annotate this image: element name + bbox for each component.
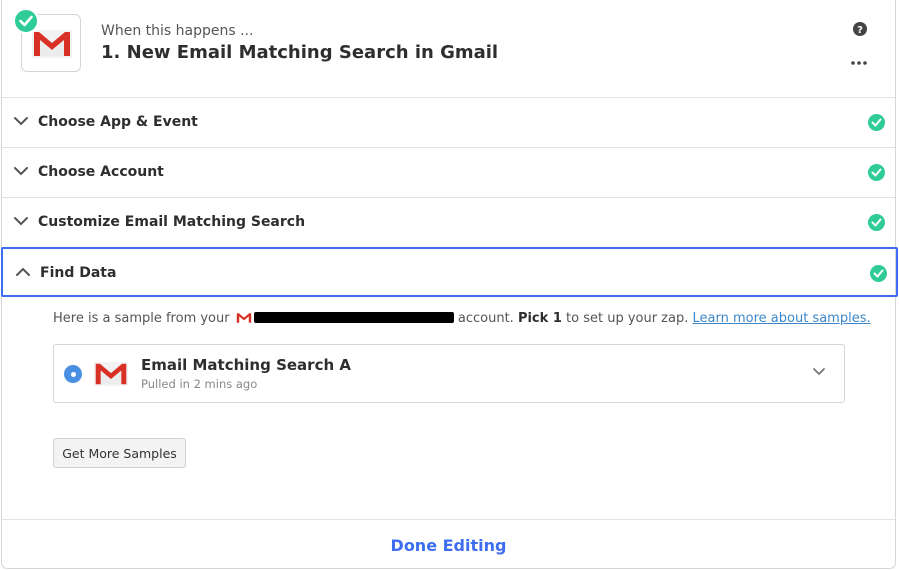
more-options-icon[interactable]: [850, 60, 868, 66]
sample-pulled-time: Pulled in 2 mins ago: [141, 377, 258, 391]
step-card: When this happens ... 1. New Email Match…: [1, 0, 898, 569]
chevron-down-icon: [14, 167, 28, 176]
check-circle-icon: [868, 164, 885, 181]
sample-radio[interactable]: [64, 365, 82, 383]
section-label: Find Data: [40, 265, 117, 281]
gmail-icon: [94, 362, 128, 386]
when-label: When this happens ...: [101, 23, 254, 39]
check-circle-icon: [868, 214, 885, 231]
gmail-icon: [32, 30, 72, 58]
chevron-down-icon: [14, 117, 28, 126]
section-label: Customize Email Matching Search: [38, 214, 306, 230]
intro-prefix: Here is a sample from your: [53, 311, 230, 326]
pick-count: Pick 1: [517, 311, 562, 326]
section-find-data[interactable]: Find Data: [1, 247, 898, 297]
sample-intro-text: Here is a sample from your account. Pick…: [53, 311, 871, 326]
sample-option[interactable]: Email Matching Search A Pulled in 2 mins…: [53, 344, 845, 403]
section-label: Choose Account: [38, 164, 164, 180]
get-more-samples-button[interactable]: Get More Samples: [53, 438, 186, 468]
section-choose-account[interactable]: Choose Account: [2, 148, 895, 198]
svg-text:?: ?: [857, 25, 863, 36]
redacted-account: [253, 312, 454, 323]
footer: Done Editing: [2, 519, 895, 569]
learn-more-link[interactable]: Learn more about samples.: [693, 311, 871, 326]
chevron-down-icon[interactable]: [812, 367, 826, 377]
step-header: When this happens ... 1. New Email Match…: [2, 0, 895, 98]
chevron-down-icon: [14, 217, 28, 226]
intro-middle: account.: [457, 311, 514, 326]
sample-name: Email Matching Search A: [141, 356, 351, 374]
intro-suffix: to set up your zap.: [566, 311, 689, 326]
chevron-up-icon: [16, 267, 30, 276]
done-editing-button[interactable]: Done Editing: [2, 520, 895, 570]
step-complete-icon: [13, 8, 39, 34]
section-label: Choose App & Event: [38, 114, 198, 130]
help-icon[interactable]: ?: [853, 22, 867, 36]
section-choose-app-event[interactable]: Choose App & Event: [2, 98, 895, 148]
section-customize-search[interactable]: Customize Email Matching Search: [2, 198, 895, 248]
check-circle-icon: [868, 114, 885, 131]
check-circle-icon: [870, 265, 887, 282]
gmail-icon: [236, 313, 251, 323]
step-title: 1. New Email Matching Search in Gmail: [101, 42, 499, 63]
